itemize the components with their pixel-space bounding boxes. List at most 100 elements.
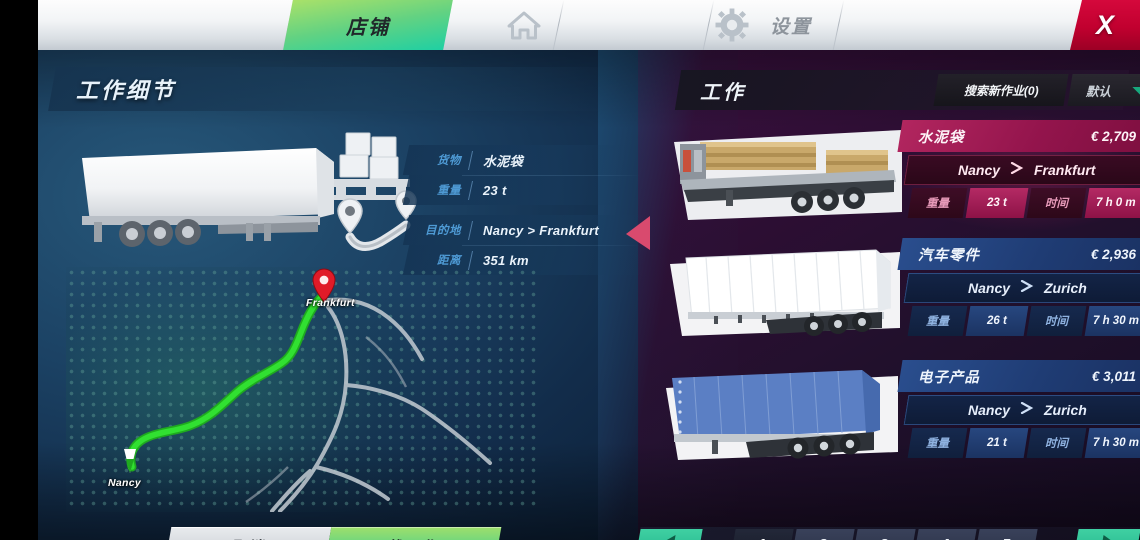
nav-tab-shop-label: 店铺 (346, 16, 390, 39)
job-time-value: 7 h 30 m (1092, 315, 1139, 327)
detail-label: 货物 (437, 155, 461, 167)
action-buttons: 取消 找工作 (164, 527, 502, 540)
job-stats: 重量 23 t 时间 7 h 0 m (907, 188, 1140, 218)
pagination-pages: 1 2 3 4 5 (729, 529, 1038, 540)
job-origin: Nancy (958, 162, 1001, 178)
job-weight-label-cell: 重量 (907, 188, 967, 218)
route-arrow-icon (1010, 161, 1024, 179)
route-arrow-icon (1020, 401, 1034, 419)
gear-icon[interactable] (706, 0, 758, 50)
cancel-button[interactable]: 取消 (164, 527, 332, 540)
detail-label: 距离 (437, 255, 461, 267)
job-cargo-name: 水泥袋 (918, 129, 965, 146)
job-destination: Zurich (1043, 280, 1087, 296)
home-icon[interactable] (498, 0, 550, 50)
detail-value: Nancy > Frankfurt (483, 222, 599, 238)
job-time-label-cell: 时间 (1026, 188, 1086, 218)
job-price: € 2,936 (1090, 246, 1136, 262)
white-curtainside-trailer-icon (666, 238, 904, 342)
job-route: Nancy Frankfurt (903, 155, 1140, 185)
job-destination: Zurich (1043, 402, 1087, 418)
job-weight-label: 重量 (925, 198, 949, 210)
job-weight-value: 21 t (986, 437, 1007, 449)
find-job-button[interactable]: 找工作 (324, 527, 502, 540)
job-card[interactable]: 汽车零件 € 2,936 Nancy Zurich 重量 26 t 时间 7 h… (897, 238, 1140, 342)
pagination-prev-button[interactable] (635, 529, 703, 540)
cargo-info-group: 货物 水泥袋 重量 23 t (402, 145, 640, 205)
job-list-item[interactable]: 电子产品 € 3,011 Nancy Zurich 重量 21 t 时间 7 h… (666, 360, 1140, 466)
detail-value: 水泥袋 (483, 153, 523, 169)
job-details-title: 工作细节 (76, 78, 177, 103)
job-route: Nancy Zurich (903, 273, 1140, 303)
jobs-panel: 工作 搜索新作业(0) 默认 水泥袋 € 2,709 Nancy Frankfu… (666, 70, 1140, 525)
job-card-header: 水泥袋 € 2,709 (897, 120, 1140, 152)
find-job-button-label: 找工作 (387, 536, 438, 540)
job-time-label-cell: 时间 (1026, 306, 1086, 336)
search-new-jobs-button[interactable]: 搜索新作业(0) (933, 74, 1069, 106)
pagination: 1 2 3 4 5 (635, 527, 1140, 540)
job-time-value-cell: 7 h 0 m (1084, 188, 1140, 218)
detail-row-weight: 重量 23 t (402, 175, 626, 205)
pagination-page-label: 2 (818, 536, 826, 540)
job-card[interactable]: 水泥袋 € 2,709 Nancy Frankfurt 重量 23 t 时间 7… (897, 120, 1140, 224)
detail-row-cargo: 货物 水泥袋 (402, 145, 626, 175)
pagination-page-label: 5 (1001, 536, 1009, 540)
job-card-header: 电子产品 € 3,011 (897, 360, 1140, 392)
job-weight-value: 26 t (986, 315, 1007, 327)
pagination-page-3[interactable]: 3 (851, 529, 916, 540)
pagination-page-label: 1 (757, 536, 765, 540)
close-button[interactable]: X (1070, 0, 1140, 50)
job-weight-value-cell: 23 t (965, 188, 1029, 218)
pagination-page-label: 4 (940, 536, 948, 540)
pagination-page-4[interactable]: 4 (912, 529, 977, 540)
job-list-item[interactable]: 汽车零件 € 2,936 Nancy Zurich 重量 26 t 时间 7 h… (670, 238, 1140, 344)
job-time-value-cell: 7 h 30 m (1084, 428, 1140, 458)
job-time-label: 时间 (1044, 438, 1068, 450)
job-route: Nancy Zurich (903, 395, 1140, 425)
job-cargo-name: 电子产品 (918, 369, 980, 386)
job-weight-value-cell: 21 t (965, 428, 1029, 458)
job-weight-label-cell: 重量 (907, 428, 967, 458)
job-stats: 重量 26 t 时间 7 h 30 m (907, 306, 1140, 336)
pagination-page-label: 3 (879, 536, 887, 540)
nav-divider (832, 0, 845, 50)
left-arrow-icon (624, 214, 652, 252)
nav-divider (552, 0, 565, 50)
job-weight-label: 重量 (925, 316, 949, 328)
detail-label: 重量 (437, 185, 461, 197)
job-weight-value: 23 t (986, 197, 1007, 209)
map-origin-label: Nancy (108, 477, 142, 489)
job-card[interactable]: 电子产品 € 3,011 Nancy Zurich 重量 21 t 时间 7 h… (897, 360, 1140, 464)
pagination-page-2[interactable]: 2 (790, 529, 855, 540)
job-details-panel: 工作细节 货物 水泥袋 重量 23 t 目的地 Nancy > Frankfur… (48, 67, 650, 522)
job-time-label: 时间 (1044, 198, 1068, 210)
detail-value: 351 km (483, 252, 529, 268)
job-stats: 重量 21 t 时间 7 h 30 m (907, 428, 1140, 458)
pagination-page-1[interactable]: 1 (729, 529, 794, 540)
job-destination: Frankfurt (1034, 162, 1096, 178)
top-navigation-bar: 主菜单 店铺 (38, 0, 1140, 50)
chevron-down-icon (1131, 85, 1140, 103)
job-weight-label-cell: 重量 (907, 306, 967, 336)
map-destination-label: Frankfurt (306, 297, 355, 309)
job-time-value: 7 h 30 m (1092, 437, 1139, 449)
job-time-label-cell: 时间 (1026, 428, 1086, 458)
blue-curtainside-trailer-icon (666, 360, 904, 464)
job-origin: Nancy (967, 402, 1010, 418)
letterbox-left (0, 0, 38, 540)
flatbed-pallets-trailer-icon (666, 120, 904, 224)
white-trailer-icon (68, 122, 358, 257)
job-cargo-name: 汽车零件 (918, 247, 980, 264)
job-list-item[interactable]: 水泥袋 € 2,709 Nancy Frankfurt 重量 23 t 时间 7… (674, 114, 1140, 232)
route-arrow-icon (1020, 279, 1034, 297)
job-card-header: 汽车零件 € 2,936 (897, 238, 1140, 270)
pagination-page-5[interactable]: 5 (973, 529, 1038, 540)
sort-dropdown[interactable]: 默认 (1067, 74, 1140, 106)
cancel-button-label: 取消 (231, 536, 265, 540)
close-icon: X (1095, 9, 1114, 40)
nav-settings[interactable]: 设置 (766, 0, 816, 50)
pagination-next-button[interactable] (1073, 529, 1140, 540)
route-map[interactable]: Frankfurt Nancy (66, 267, 536, 512)
job-price: € 3,011 (1091, 368, 1136, 384)
job-time-label: 时间 (1044, 316, 1068, 328)
